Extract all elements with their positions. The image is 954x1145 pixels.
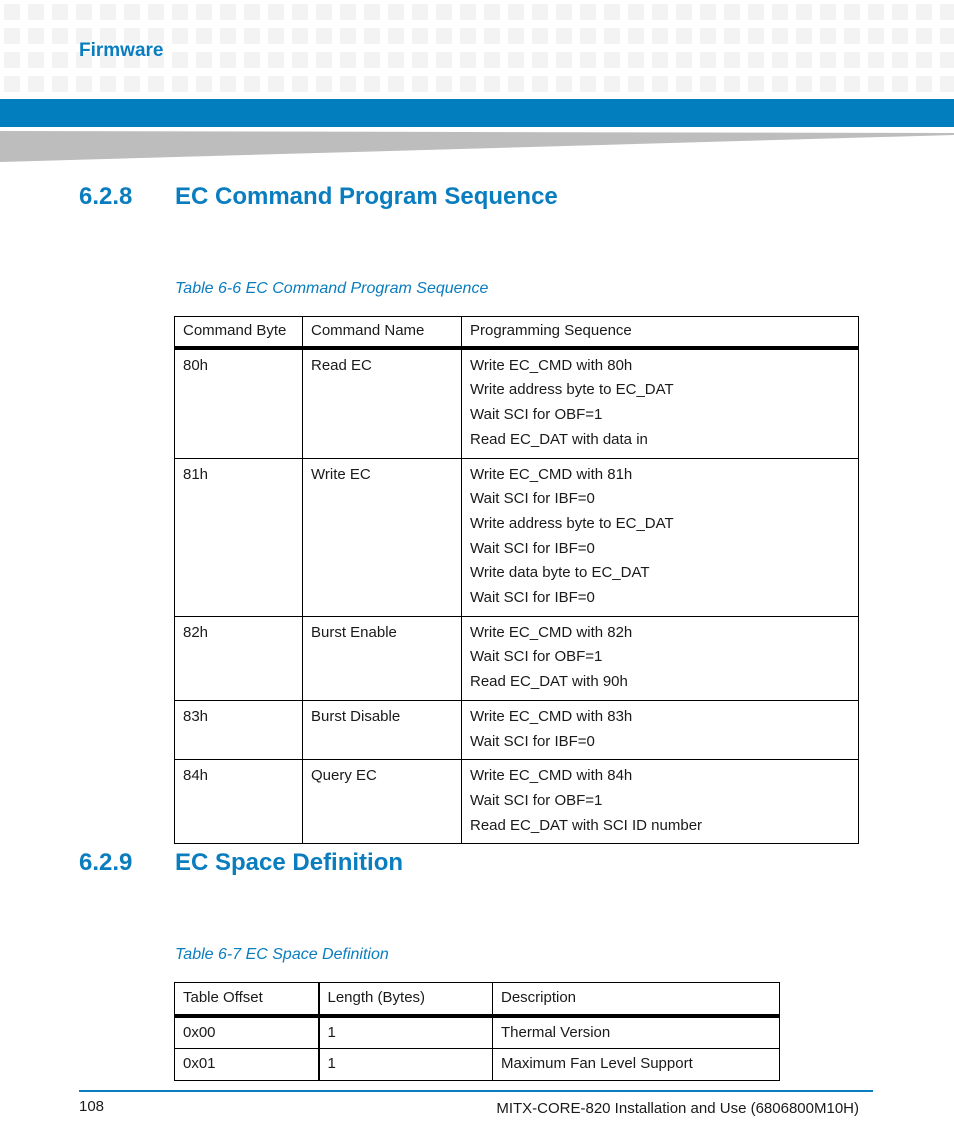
column-header: Command Byte: [174, 315, 303, 350]
command-name-cell: Query EC: [302, 759, 462, 845]
sequence-step: Write data byte to EC_DAT: [470, 564, 650, 582]
programming-sequence-cell: Write EC_CMD with 84h Wait SCI for OBF=1 R…: [461, 759, 859, 845]
command-byte-cell: 81h: [174, 457, 303, 617]
command-byte-cell: 82h: [174, 615, 303, 701]
description-cell: Maximum Fan Level Support: [492, 1048, 780, 1082]
programming-sequence-cell: Write EC_CMD with 80h Write address byte …: [461, 347, 859, 459]
sequence-step: Write EC_CMD with 83h: [470, 707, 633, 725]
sequence-step: Write address byte to EC_DAT: [470, 514, 674, 532]
document-title: MITX-CORE-820 Installation and Use (6806…: [496, 1100, 859, 1117]
sequence-step: Read EC_DAT with data in: [470, 430, 648, 448]
programming-sequence-cell: Write EC_CMD with 82h Wait SCI for OBF=1 R…: [461, 615, 859, 701]
table-row: 0x00 1 Thermal Version: [174, 1015, 780, 1050]
length-cell: 1: [318, 1015, 493, 1050]
command-name-cell: Read EC: [302, 347, 462, 459]
section-title: EC Command Program Sequence: [175, 183, 558, 210]
section-number: 6.2.8: [79, 183, 133, 210]
sequence-step: Write EC_CMD with 82h: [470, 623, 633, 641]
table-row: 82h Burst Enable Write EC_CMD with 82h Wait…: [174, 615, 859, 701]
command-name-cell: Burst Enable: [302, 615, 462, 701]
sequence-step: Wait SCI for IBF=0: [470, 490, 595, 508]
section-heading-6-2-8: 6.2.8 EC Command Program Sequence: [79, 183, 558, 211]
table-row: 0x01 1 Maximum Fan Level Support: [174, 1048, 780, 1082]
header-blue-bar: [0, 99, 954, 127]
sequence-step: Read EC_DAT with SCI ID number: [470, 816, 703, 834]
section-title: EC Space Definition: [175, 849, 404, 876]
command-byte-cell: 80h: [174, 347, 303, 459]
command-name-cell: Write EC: [302, 457, 462, 617]
sequence-step: Write address byte to EC_DAT: [470, 381, 674, 399]
command-name-cell: Burst Disable: [302, 699, 462, 761]
table-row: 84h Query EC Write EC_CMD with 84h Wait SCI…: [174, 759, 859, 845]
sequence-step: Read EC_DAT with 90h: [470, 673, 628, 691]
sequence-step: Wait SCI for OBF=1: [470, 406, 603, 424]
command-byte-cell: 84h: [174, 759, 303, 845]
programming-sequence-cell: Write EC_CMD with 81h Wait SCI for IBF=0 W…: [461, 457, 859, 617]
table-caption: Table 6-7 EC Space Definition: [175, 946, 389, 963]
footer-rule: [79, 1090, 873, 1092]
programming-sequence-cell: Write EC_CMD with 83h Wait SCI for IBF=0: [461, 699, 859, 761]
table-offset-cell: 0x00: [174, 1015, 320, 1050]
column-header: Programming Sequence: [461, 315, 859, 350]
table-header-row: Command Byte Command Name Programming Se…: [174, 315, 859, 350]
table-row: 80h Read EC Write EC_CMD with 80h Write add…: [174, 347, 859, 459]
description-cell: Thermal Version: [492, 1015, 780, 1050]
ec-command-table: Command Byte Command Name Programming Se…: [174, 315, 859, 845]
header-gray-wedge: [0, 131, 954, 162]
sequence-step: Wait SCI for IBF=0: [470, 539, 595, 557]
sequence-step: Write EC_CMD with 84h: [470, 767, 633, 785]
length-cell: 1: [318, 1048, 493, 1082]
sequence-step: Wait SCI for OBF=1: [470, 791, 603, 809]
chapter-label: Firmware: [79, 40, 164, 61]
section-number: 6.2.9: [79, 849, 133, 876]
command-byte-cell: 83h: [174, 699, 303, 761]
header-grid-top-mask: [0, 0, 954, 4]
table-row: 81h Write EC Write EC_CMD with 81h Wait SCI…: [174, 457, 859, 617]
table-offset-cell: 0x01: [174, 1048, 320, 1082]
sequence-step: Wait SCI for OBF=1: [470, 648, 603, 666]
page-number: 108: [79, 1098, 105, 1115]
sequence-step: Write EC_CMD with 81h: [470, 465, 633, 483]
sequence-step: Wait SCI for IBF=0: [470, 732, 595, 750]
table-caption: Table 6-6 EC Command Program Sequence: [175, 280, 489, 297]
column-header: Description: [492, 981, 780, 1018]
sequence-step: Wait SCI for IBF=0: [470, 589, 595, 607]
column-header: Table Offset: [174, 981, 320, 1018]
table-header-row: Table Offset Length (Bytes) Description: [174, 981, 780, 1018]
column-header: Length (Bytes): [318, 981, 493, 1018]
sequence-step: Write EC_CMD with 80h: [470, 356, 633, 374]
table-row: 83h Burst Disable Write EC_CMD with 83h Wai…: [174, 699, 859, 761]
column-header: Command Name: [302, 315, 462, 350]
section-heading-6-2-9: 6.2.9 EC Space Definition: [79, 849, 403, 877]
ec-space-table: Table Offset Length (Bytes) Description …: [174, 981, 780, 1082]
